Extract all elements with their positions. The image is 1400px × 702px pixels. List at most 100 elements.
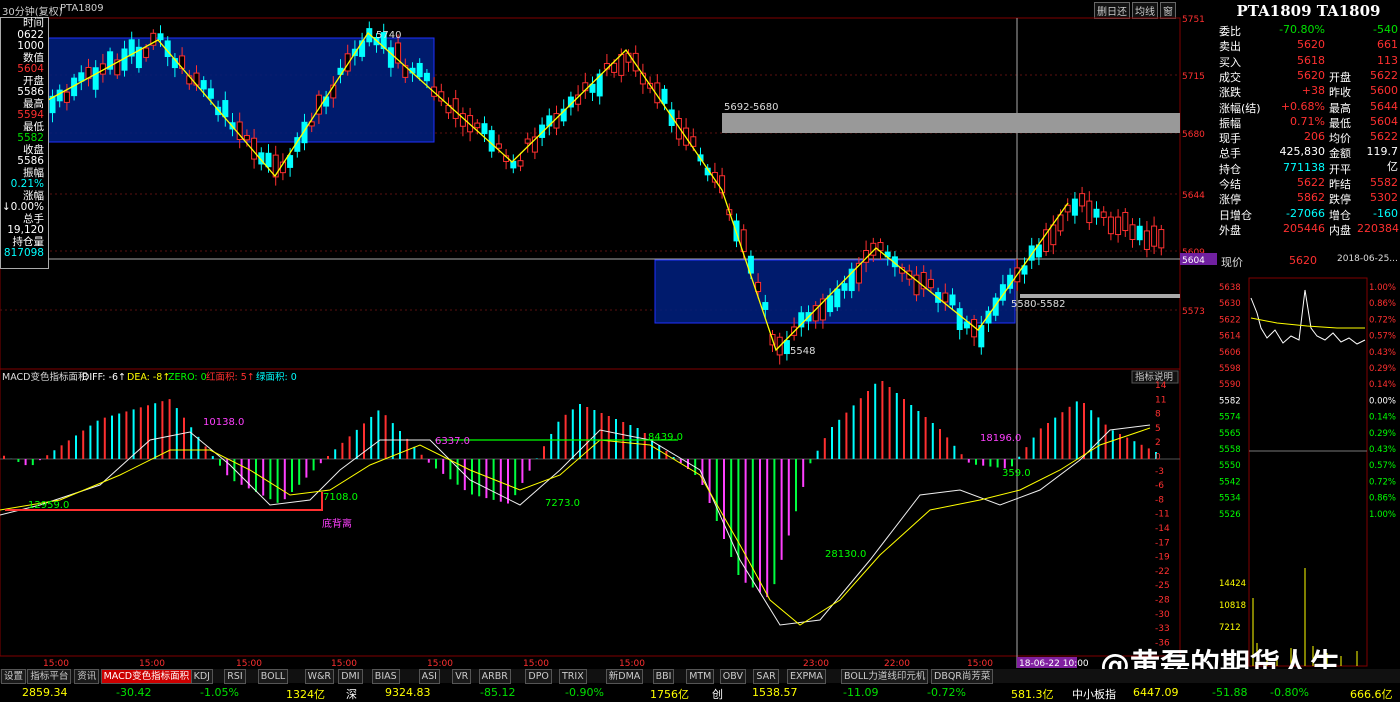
candle-body: [1028, 245, 1035, 261]
status-item: 2859.34: [22, 686, 68, 699]
time-tick: 15:00: [619, 659, 645, 668]
mini-price-tick: 5565: [1219, 429, 1241, 439]
quote-label: 委比: [1219, 25, 1241, 38]
indicator-title: MACD变色指标面积: [2, 371, 88, 383]
chart-canvas[interactable]: 5740 5692-5680 5548 5580-5582 5751 5715 …: [0, 0, 1217, 668]
candle-body: [157, 33, 164, 41]
mini-pct-tick: 0.00%: [1369, 396, 1396, 406]
indicator-tab[interactable]: ASI: [418, 669, 440, 684]
indicator-tab[interactable]: BOLL力道线印元机: [841, 669, 929, 684]
mini-pct-tick: 0.72%: [1369, 477, 1396, 487]
time-tick: 15:00: [427, 659, 453, 668]
mini-pct-tick: 0.72%: [1369, 315, 1396, 325]
quote-value: 5862: [1297, 191, 1325, 205]
indicator-explain-button[interactable]: 指标说明: [1135, 371, 1173, 383]
macd-annotation: 359.0: [1002, 468, 1031, 479]
indicator-tab[interactable]: DBQR尚芳菜: [931, 669, 994, 684]
mini-price-tick: 5614: [1219, 332, 1241, 342]
indicator-tab[interactable]: DPO: [525, 669, 552, 684]
candle-body: [841, 283, 848, 291]
quote-label: 成交: [1219, 70, 1241, 84]
indicator-tab[interactable]: 新DMA: [605, 669, 644, 684]
indicator-tab[interactable]: SAR: [753, 669, 779, 684]
macd-scale-tick: 14: [1155, 381, 1167, 391]
info-value: 817098: [3, 247, 44, 259]
mini-price-tick: 5558: [1219, 445, 1241, 455]
quote-label: 涨停: [1219, 193, 1241, 207]
indicator-tab[interactable]: RSI: [224, 669, 246, 684]
indicator-tab[interactable]: VR: [452, 669, 472, 684]
macd-scale-tick: 8: [1155, 410, 1161, 420]
indicator-dea: DEA: -8↑: [127, 372, 170, 383]
quote-value: 5622: [1297, 176, 1325, 189]
candle-body: [618, 54, 625, 76]
candle-body: [1158, 229, 1165, 249]
intraday-avg-line: [1250, 317, 1365, 329]
indicator-tab[interactable]: DMI: [338, 669, 363, 684]
quote-label-2: 内盘: [1329, 223, 1351, 237]
macd-scale-tick: -19: [1155, 553, 1170, 563]
quote-value: 5618: [1297, 53, 1325, 67]
indicator-tab[interactable]: OBV: [719, 669, 746, 684]
macd-annotation: 6337.0: [435, 436, 470, 447]
info-value: 5594: [17, 109, 44, 121]
mini-price-tick: 5590: [1219, 380, 1241, 390]
indicator-tab[interactable]: BIAS: [371, 669, 400, 684]
macd-scale-tick: 0: [1155, 453, 1161, 463]
indicator-tab[interactable]: KDJ: [190, 669, 213, 684]
indicator-tab[interactable]: MACD变色指标面积: [100, 669, 193, 684]
candle-body: [1050, 224, 1057, 246]
candle-body: [783, 340, 790, 355]
quote-value-2: 5302: [1370, 191, 1398, 205]
quote-row: 外盘 205446 内盘 220384: [1219, 222, 1400, 237]
indicator-tab[interactable]: BBI: [652, 669, 675, 684]
indicator-tab-bar: 设置 指标平台 资讯 MACD变色指标面积 KDJ RSI BOLL W&R DMI BIAS AS…: [0, 669, 1400, 684]
info-label: 时间: [23, 17, 44, 29]
quote-title: PTA1809 TA1809: [1236, 2, 1381, 20]
info-value: 5604: [17, 63, 44, 75]
indicator-tab[interactable]: 设置: [1, 669, 27, 684]
candle-body: [1136, 225, 1143, 241]
candle-body: [827, 295, 834, 313]
time-tick: 15:00: [139, 659, 165, 668]
indicator-tab[interactable]: BOLL: [257, 669, 289, 684]
candle-body: [762, 302, 769, 310]
candle-body: [265, 152, 272, 168]
quote-label-2: 昨结: [1329, 178, 1351, 191]
macd-scale-tick: -11: [1155, 510, 1170, 520]
status-item: 581.3亿: [1011, 688, 1054, 701]
macd-annotation: 底背离: [322, 517, 352, 530]
quote-value: 5620: [1297, 38, 1325, 52]
candle-body: [524, 138, 531, 144]
indicator-tab[interactable]: TRIX: [559, 669, 587, 684]
quote-label: 持仓: [1219, 162, 1241, 176]
candle-body: [287, 155, 294, 168]
indicator-tab[interactable]: ARBR: [478, 669, 511, 684]
macd-scale-tick: -28: [1155, 596, 1170, 606]
indicator-tab[interactable]: 资讯: [74, 669, 100, 684]
indicator-tab[interactable]: MTM: [686, 669, 715, 684]
macd-scale-tick: 11: [1155, 395, 1166, 405]
status-item: 1538.57: [752, 686, 798, 699]
quote-label-2: 开盘: [1329, 70, 1351, 84]
now-label: 现价: [1221, 256, 1243, 269]
macd-histogram: [3, 381, 1157, 598]
price-tick: 5680: [1182, 130, 1205, 140]
indicator-green-area: 绿面积: 0: [256, 371, 297, 383]
candle-body: [251, 137, 258, 160]
status-item: -51.88: [1212, 686, 1248, 699]
indicator-tab[interactable]: 指标平台: [27, 669, 72, 684]
status-item: -30.42: [116, 686, 152, 699]
now-date: 2018-06-25...: [1337, 254, 1398, 264]
quote-value: 205446: [1283, 221, 1325, 235]
quote-value: 425,830: [1279, 145, 1326, 159]
quote-row: 买入 5618 113: [1219, 54, 1400, 69]
macd-scale-tick: -17: [1155, 538, 1170, 548]
indicator-tab[interactable]: W&R: [304, 669, 334, 684]
macd-annotation: 12959.0: [28, 500, 69, 511]
candle-body: [423, 72, 430, 82]
mini-price-tick: 5606: [1219, 348, 1241, 358]
time-axis: 15:00 15:00 15:00 15:00 15:00 15:00 15:0…: [43, 659, 993, 668]
indicator-tab[interactable]: EXPMA: [787, 669, 826, 684]
status-item: -11.09: [843, 686, 879, 699]
